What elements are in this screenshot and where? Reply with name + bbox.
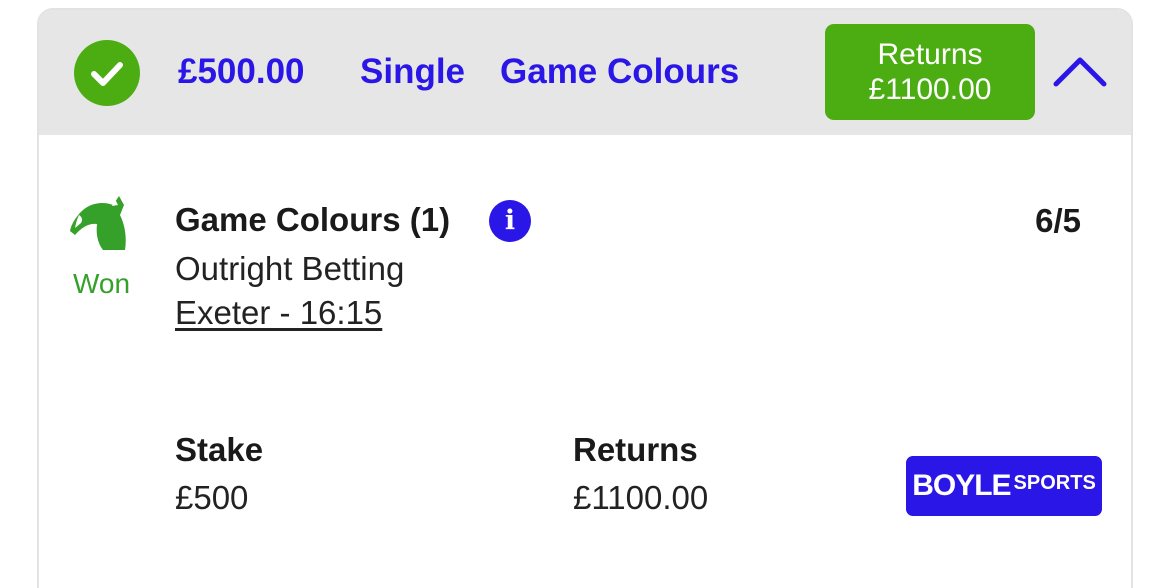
- check-circle-icon: [74, 40, 140, 106]
- chevron-up-icon[interactable]: [1052, 54, 1108, 88]
- returns-button-value: £1100.00: [868, 73, 992, 106]
- horse-head-icon: [70, 196, 126, 250]
- info-icon[interactable]: i: [489, 200, 531, 242]
- returns-button[interactable]: Returns £1100.00: [825, 24, 1035, 120]
- market-name: Outright Betting: [175, 250, 405, 287]
- event-link[interactable]: Exeter - 16:15: [175, 294, 382, 332]
- boylesports-logo: BOYLE SPORTS: [906, 456, 1102, 516]
- header-selection: Game Colours: [500, 52, 740, 91]
- returns-value: £1100.00: [573, 479, 709, 516]
- returns-button-label: Returns: [877, 38, 983, 71]
- bet-header[interactable]: £500.00 Single Game Colours Returns £110…: [39, 10, 1131, 135]
- bet-card: £500.00 Single Game Colours Returns £110…: [37, 8, 1133, 588]
- header-bet-type: Single: [360, 52, 466, 91]
- stake-value: £500: [175, 479, 249, 516]
- selection-name: Game Colours (1): [175, 201, 451, 238]
- selection-odds: 6/5: [1035, 202, 1081, 239]
- result-status: Won: [73, 268, 131, 299]
- logo-main-text: BOYLE: [912, 469, 1011, 502]
- logo-sub-text: SPORTS: [1013, 471, 1096, 494]
- stake-label: Stake: [175, 431, 264, 468]
- header-stake: £500.00: [178, 52, 305, 91]
- returns-label: Returns: [573, 431, 698, 468]
